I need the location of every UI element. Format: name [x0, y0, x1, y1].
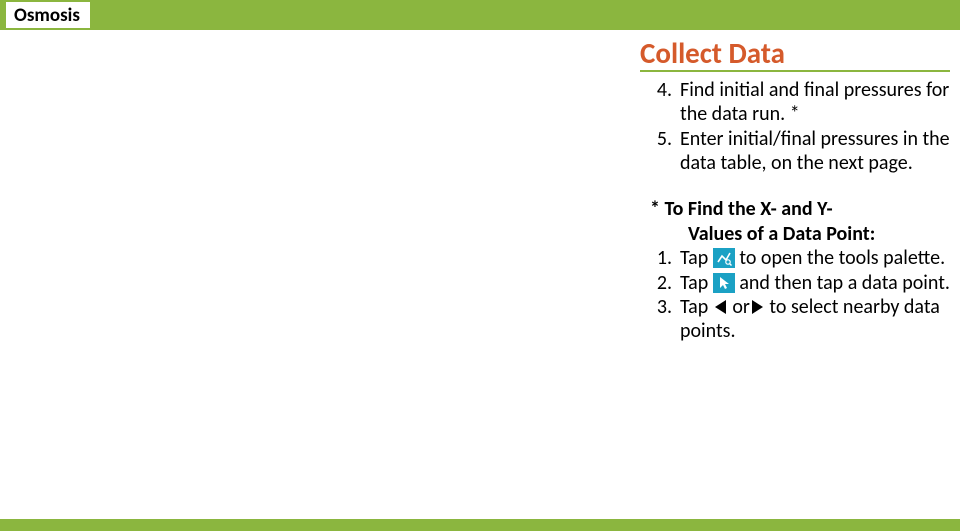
- note-block: * To Find the X- and Y- Values of a Data…: [640, 197, 950, 343]
- list-item: 2. Tap and then tap a data point.: [650, 271, 950, 295]
- note-title-line1: * To Find the X- and Y-: [650, 197, 833, 221]
- steps-list: 4. Find initial and final pressures for …: [640, 78, 950, 176]
- content-panel: Collect Data 4. Find initial and final p…: [640, 38, 950, 344]
- step-number: 4.: [650, 78, 680, 127]
- graph-tools-icon: [713, 248, 735, 268]
- step-number: 2.: [650, 271, 680, 295]
- list-item: 5. Enter initial/final pressures in the …: [650, 127, 950, 176]
- text-post: to open the tools palette.: [735, 246, 945, 270]
- header-bar: Osmosis: [0, 0, 960, 30]
- triangle-left-icon: [715, 300, 726, 314]
- text-pre: Tap: [680, 246, 713, 270]
- list-item: 4. Find initial and final pressures for …: [650, 78, 950, 127]
- step-text: Tap and then tap a data point.: [680, 271, 950, 295]
- text-post: and then tap a data point.: [735, 271, 950, 295]
- text-pre: Tap: [680, 271, 713, 295]
- cursor-icon: [713, 273, 735, 293]
- step-text: Enter initial/final pressures in the dat…: [680, 127, 950, 176]
- footer-bar: [0, 519, 960, 531]
- list-item: 3. Tap or to select nearby data points.: [650, 295, 950, 344]
- step-text: Tap or to select nearby data points.: [680, 295, 950, 344]
- list-item: 1. Tap to open the tools palette.: [650, 246, 950, 270]
- step-text: Find initial and final pressures for the…: [680, 78, 950, 127]
- step-number: 5.: [650, 127, 680, 176]
- note-title-line2: Values of a Data Point:: [650, 222, 950, 246]
- step-number: 3.: [650, 295, 680, 344]
- section-title: Collect Data: [640, 38, 950, 72]
- note-title: * To Find the X- and Y- Values of a Data…: [650, 197, 950, 246]
- step-number: 1.: [650, 246, 680, 270]
- triangle-right-icon: [752, 300, 763, 314]
- text-pre: Tap: [680, 295, 713, 319]
- text-mid: or: [728, 295, 750, 319]
- page-title: Osmosis: [6, 2, 90, 28]
- slide: Osmosis Collect Data 4. Find initial and…: [0, 0, 960, 531]
- step-text: Tap to open the tools palette.: [680, 246, 950, 270]
